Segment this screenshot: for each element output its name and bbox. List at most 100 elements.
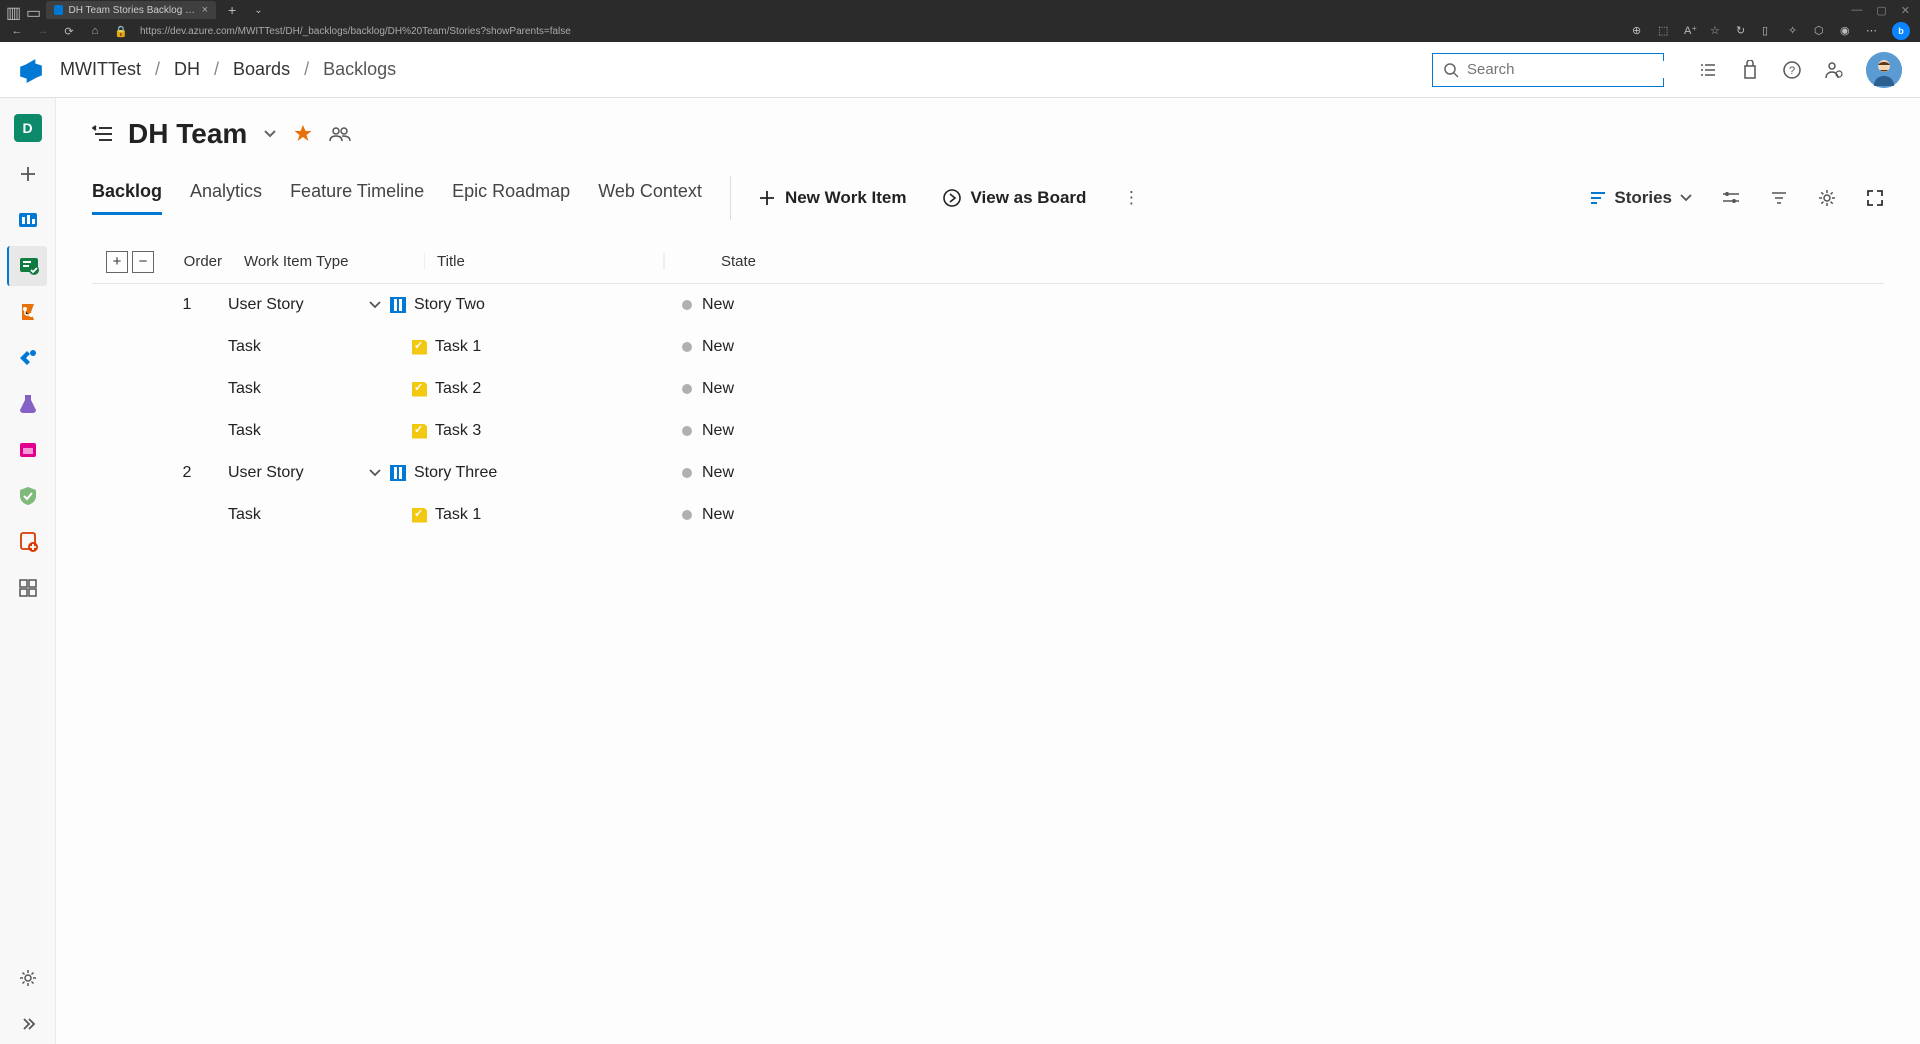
col-header-title[interactable]: Title — [424, 253, 664, 270]
col-header-type[interactable]: Work Item Type — [244, 253, 394, 270]
new-tab-button[interactable]: + — [222, 2, 242, 18]
row-title[interactable]: Task 2 — [390, 380, 630, 398]
view-as-board-button[interactable]: View as Board — [943, 188, 1087, 208]
extensions-icon[interactable]: ⬡ — [1814, 24, 1828, 38]
state-dot-icon — [682, 342, 692, 352]
search-box[interactable] — [1432, 53, 1664, 87]
filter-icon[interactable] — [1770, 189, 1788, 207]
row-title[interactable]: Story Three — [390, 464, 630, 482]
row-title[interactable]: Task 1 — [390, 506, 630, 524]
state-dot-icon — [682, 426, 692, 436]
table-row[interactable]: 1User StoryStory TwoNew — [92, 284, 1884, 326]
close-window-icon[interactable]: ✕ — [1901, 4, 1910, 17]
favorite-star-icon[interactable] — [293, 124, 313, 144]
overview-icon[interactable] — [8, 200, 48, 240]
more-actions-icon[interactable]: ⋮ — [1122, 189, 1140, 207]
collections-icon[interactable]: ✧ — [1788, 24, 1802, 38]
home-icon[interactable]: ⌂ — [88, 24, 102, 38]
new-item-icon[interactable] — [8, 154, 48, 194]
tab-web-context[interactable]: Web Context — [598, 181, 702, 215]
chevron-down-icon[interactable] — [263, 129, 277, 139]
tab-analytics[interactable]: Analytics — [190, 181, 262, 215]
gear-icon[interactable] — [1818, 189, 1836, 207]
divider — [730, 176, 731, 220]
pipelines-icon[interactable] — [8, 338, 48, 378]
wiki-icon[interactable] — [8, 522, 48, 562]
team-name[interactable]: DH Team — [128, 118, 247, 150]
sidebar-toggle-icon[interactable]: ▥ — [6, 3, 20, 17]
menu-icon[interactable] — [92, 125, 112, 143]
work-items-icon[interactable] — [1698, 60, 1718, 80]
search-icon — [1443, 62, 1459, 78]
state-dot-icon — [682, 384, 692, 394]
row-title[interactable]: Story Two — [390, 296, 630, 314]
table-row[interactable]: TaskTask 1New — [92, 494, 1884, 536]
expand-all-button[interactable]: + — [106, 251, 128, 273]
zoom-icon[interactable]: ⊕ — [1632, 24, 1646, 38]
tab-feature-timeline[interactable]: Feature Timeline — [290, 181, 424, 215]
project-badge[interactable]: D — [8, 108, 48, 148]
table-row[interactable]: TaskTask 1New — [92, 326, 1884, 368]
tab-menu-icon[interactable]: ⌄ — [248, 5, 268, 16]
expander-icon[interactable] — [360, 469, 390, 477]
minimize-icon[interactable]: — — [1851, 4, 1862, 17]
dashboard-icon[interactable] — [8, 568, 48, 608]
breadcrumb-area[interactable]: Boards — [233, 59, 290, 80]
read-aloud-icon[interactable]: A⁺ — [1684, 24, 1698, 38]
breadcrumb-sep: / — [304, 59, 309, 80]
tab-epic-roadmap[interactable]: Epic Roadmap — [452, 181, 570, 215]
team-members-icon[interactable] — [329, 126, 351, 142]
artifacts-icon[interactable] — [8, 430, 48, 470]
favorite-icon[interactable]: ☆ — [1710, 24, 1724, 38]
forward-icon[interactable]: → — [36, 24, 50, 38]
repos-icon[interactable] — [8, 292, 48, 332]
search-input[interactable] — [1467, 61, 1666, 78]
settings-icon[interactable] — [8, 958, 48, 998]
column-options-icon[interactable] — [1722, 189, 1740, 207]
azure-devops-logo[interactable] — [18, 57, 44, 83]
profile-icon[interactable]: ◉ — [1840, 24, 1854, 38]
back-icon[interactable]: ← — [10, 24, 24, 38]
refresh-icon[interactable]: ⟳ — [62, 24, 76, 38]
tab-backlog[interactable]: Backlog — [92, 181, 162, 215]
col-header-order[interactable]: Order — [154, 253, 244, 270]
row-title[interactable]: Task 3 — [390, 422, 630, 440]
maximize-icon[interactable]: ▢ — [1876, 4, 1886, 17]
row-title[interactable]: Task 1 — [390, 338, 630, 356]
expander-icon[interactable] — [360, 301, 390, 309]
task-icon — [412, 424, 427, 439]
expand-rail-icon[interactable] — [8, 1004, 48, 1044]
backlog-level-dropdown[interactable]: Stories — [1590, 188, 1692, 208]
breadcrumb-org[interactable]: MWITTest — [60, 59, 141, 80]
shopping-icon[interactable]: ⬚ — [1658, 24, 1672, 38]
collapse-all-button[interactable]: − — [132, 251, 154, 273]
toolbar: New Work Item View as Board ⋮ — [759, 188, 1140, 208]
compliance-icon[interactable] — [8, 476, 48, 516]
close-tab-icon[interactable]: × — [202, 4, 208, 16]
boards-icon[interactable] — [7, 246, 47, 286]
state-dot-icon — [682, 510, 692, 520]
split-icon[interactable]: ▯ — [1762, 24, 1776, 38]
team-selector-row: DH Team — [92, 118, 1884, 150]
row-type: Task — [210, 380, 360, 398]
table-row[interactable]: 2User StoryStory ThreeNew — [92, 452, 1884, 494]
more-icon[interactable]: ⋯ — [1866, 24, 1880, 38]
avatar[interactable] — [1866, 52, 1902, 88]
bing-chat-icon[interactable]: b — [1892, 22, 1910, 40]
col-header-state[interactable]: State — [664, 253, 804, 270]
new-work-item-button[interactable]: New Work Item — [759, 188, 907, 208]
user-settings-icon[interactable] — [1824, 60, 1844, 80]
window-icon[interactable]: ▭ — [26, 3, 40, 17]
fullscreen-icon[interactable] — [1866, 189, 1884, 207]
browser-tab[interactable]: DH Team Stories Backlog - Board × — [46, 1, 216, 19]
help-icon[interactable]: ? — [1782, 60, 1802, 80]
marketplace-icon[interactable] — [1740, 60, 1760, 80]
url-text[interactable]: https://dev.azure.com/MWITTest/DH/_backl… — [140, 26, 571, 37]
breadcrumb-page[interactable]: Backlogs — [323, 59, 396, 80]
table-row[interactable]: TaskTask 3New — [92, 410, 1884, 452]
sync-icon[interactable]: ↻ — [1736, 24, 1750, 38]
test-plans-icon[interactable] — [8, 384, 48, 424]
breadcrumb-project[interactable]: DH — [174, 59, 200, 80]
table-row[interactable]: TaskTask 2New — [92, 368, 1884, 410]
window-controls: — ▢ ✕ — [1851, 4, 1920, 17]
